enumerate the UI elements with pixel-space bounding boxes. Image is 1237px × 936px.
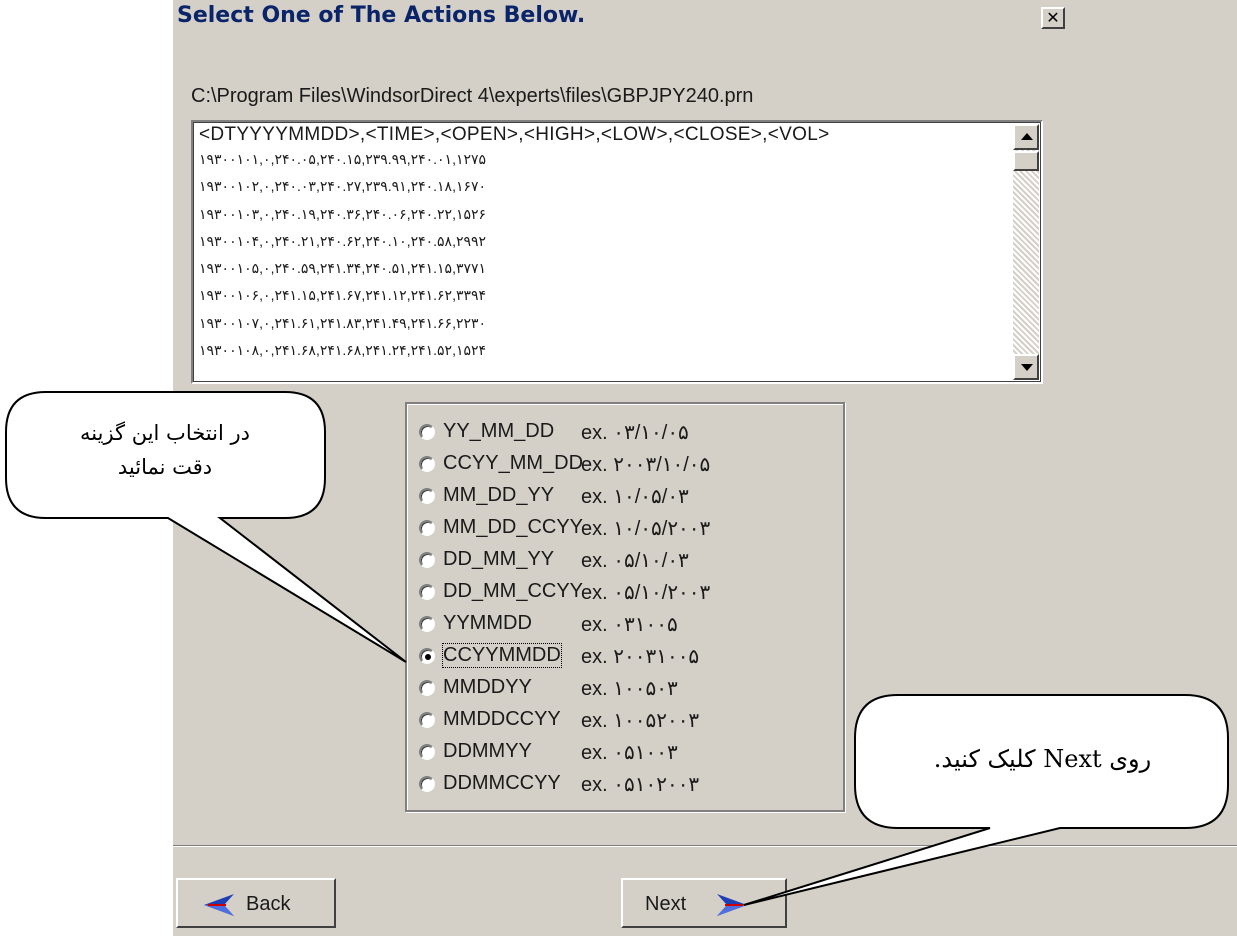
date-format-example: ex. ۱۰۰۵۰۳ [581,678,678,700]
date-format-example: ex. ۲۰۰۳/۱۰/۰۵ [581,454,711,476]
file-data-row: ۱۹۳۰۰۱۰۴,۰,۲۴۰.۲۱,۲۴۰.۶۲,۲۴۰.۱۰,۲۴۰.۵۸,۲… [199,232,487,249]
radio-button[interactable] [419,424,435,440]
file-data-row: ۱۹۳۰۰۱۰۸,۰,۲۴۱.۶۸,۲۴۱.۶۸,۲۴۱.۲۴,۲۴۱.۵۲,۱… [199,342,487,359]
date-format-label: DDMMYY [443,740,532,762]
title-bar: Select One of The Actions Below. ✕ [173,0,1237,32]
scroll-down-arrow-icon [1021,364,1033,371]
close-icon: ✕ [1046,8,1060,27]
next-callout-text: روی Next کلیک کنید. [933,745,1152,773]
date-format-option[interactable]: DDMMYY ex. ۰۵۱۰۰۳ [419,740,839,767]
date-format-label: CCYY_MM_DD [443,452,584,474]
radio-button[interactable] [419,456,435,472]
next-label: Next [645,893,687,915]
file-data-row: ۱۹۳۰۰۱۰۶,۰,۲۴۱.۱۵,۲۴۱.۶۷,۲۴۱.۱۲,۲۴۱.۶۲,۳… [199,287,487,304]
left-arrow-icon [204,894,234,916]
back-button[interactable]: Back [176,878,336,928]
date-format-group: YY_MM_DD ex. ۰۳/۱۰/۰۵ CCYY_MM_DD ex. ۲۰۰۳/۱… [405,402,845,812]
radio-button[interactable] [419,776,435,792]
format-callout-line2: دقت نمائید [117,455,213,479]
file-data-row: ۱۹۳۰۰۱۰۱,۰,۲۴۰.۰۵,۲۴۰.۱۵,۲۳۹.۹۹,۲۴۰.۰۱,۱… [199,151,487,167]
bottom-divider [173,845,1237,847]
date-format-option[interactable]: MM_DD_YY ex. ۱۰/۰۵/۰۳ [419,484,839,511]
wizard-dialog: Select One of The Actions Below. ✕ C:\Pr… [172,0,1237,936]
date-format-label: DD_MM_YY [443,548,555,570]
date-format-label: MM_DD_CCYY [443,516,584,538]
file-data-row: ۱۹۳۰۰۱۰۵,۰,۲۴۰.۵۹,۲۴۱.۳۴,۲۴۰.۵۱,۲۴۱.۱۵,۳… [199,260,487,277]
date-format-example: ex. ۱۰/۰۵/۲۰۰۳ [581,518,711,540]
date-format-example: ex. ۰۳۱۰۰۵ [581,614,678,636]
format-callout-line1: در انتخاب این گزینه [80,421,250,445]
file-data-row: ۱۹۳۰۰۱۰۷,۰,۲۴۱.۶۱,۲۴۱.۸۳,۲۴۱.۴۹,۲۴۱.۶۶,۲… [199,314,487,331]
close-button[interactable]: ✕ [1041,7,1065,29]
scroll-down-button[interactable] [1013,354,1039,380]
file-lines: <DTYYYYMMDD>,<TIME>,<OPEN>,<HIGH>,<LOW>,… [199,124,999,364]
date-format-example: ex. ۰۵۱۰۰۳ [581,742,678,764]
date-format-example: ex. ۱۰/۰۵/۰۳ [581,486,689,508]
date-format-label: MM_DD_YY [443,484,555,506]
date-format-option[interactable]: MM_DD_CCYY ex. ۱۰/۰۵/۲۰۰۳ [419,516,839,543]
back-label: Back [246,893,291,915]
radio-button[interactable] [419,712,435,728]
radio-button-checked[interactable] [419,648,435,664]
date-format-option[interactable]: DD_MM_YY ex. ۰۵/۱۰/۰۳ [419,548,839,575]
file-header-line: <DTYYYYMMDD>,<TIME>,<OPEN>,<HIGH>,<LOW>,… [199,124,830,145]
file-preview[interactable]: <DTYYYYMMDD>,<TIME>,<OPEN>,<HIGH>,<LOW>,… [191,120,1043,384]
right-arrow-icon [717,894,747,916]
next-button[interactable]: Next [621,878,787,928]
radio-button[interactable] [419,584,435,600]
date-format-option[interactable]: YY_MM_DD ex. ۰۳/۱۰/۰۵ [419,420,839,447]
date-format-example: ex. ۰۵۱۰۲۰۰۳ [581,774,700,796]
format-callout-text: در انتخاب این گزینه دقت نمائید [20,416,310,484]
radio-button[interactable] [419,520,435,536]
date-format-label: YY_MM_DD [443,420,555,442]
date-format-option[interactable]: MMDDYY ex. ۱۰۰۵۰۳ [419,676,839,703]
date-format-option[interactable]: MMDDCCYY ex. ۱۰۰۵۲۰۰۳ [419,708,839,735]
scroll-up-arrow-icon [1021,133,1033,140]
date-format-label: MMDDCCYY [443,708,561,730]
file-data-row: ۱۹۳۰۰۱۰۳,۰,۲۴۰.۱۹,۲۴۰.۳۶,۲۴۰.۰۶,۲۴۰.۲۲,۱… [199,205,487,222]
radio-button[interactable] [419,488,435,504]
radio-button[interactable] [419,744,435,760]
file-data-row: ۱۹۳۰۰۱۰۲,۰,۲۴۰.۰۳,۲۴۰.۲۷,۲۳۹.۹۱,۲۴۰.۱۸,۱… [199,178,487,195]
scroll-up-button[interactable] [1013,124,1039,150]
date-format-example: ex. ۰۵/۱۰/۲۰۰۳ [581,582,711,604]
date-format-example: ex. ۰۵/۱۰/۰۳ [581,550,689,572]
date-format-example: ex. ۲۰۰۳۱۰۰۵ [581,646,700,668]
dialog-title: Select One of The Actions Below. [177,3,586,28]
date-format-option[interactable]: DD_MM_CCYY ex. ۰۵/۱۰/۲۰۰۳ [419,580,839,607]
vertical-scrollbar[interactable] [1013,124,1039,380]
radio-button[interactable] [419,552,435,568]
date-format-label: DD_MM_CCYY [443,580,584,602]
file-path: C:\Program Files\WindsorDirect 4\experts… [191,85,754,107]
date-format-option[interactable]: CCYYMMDD ex. ۲۰۰۳۱۰۰۵ [419,643,839,671]
date-format-label: MMDDYY [443,676,532,698]
date-format-option[interactable]: CCYY_MM_DD ex. ۲۰۰۳/۱۰/۰۵ [419,452,839,479]
date-format-label: CCYYMMDD [442,643,562,668]
date-format-example: ex. ۱۰۰۵۲۰۰۳ [581,710,700,732]
date-format-option[interactable]: DDMMCCYY ex. ۰۵۱۰۲۰۰۳ [419,772,839,799]
date-format-option[interactable]: YYMMDD ex. ۰۳۱۰۰۵ [419,612,839,639]
date-format-example: ex. ۰۳/۱۰/۰۵ [581,422,689,444]
radio-button[interactable] [419,680,435,696]
date-format-label: DDMMCCYY [443,772,561,794]
file-rows: ۱۹۳۰۰۱۰۱,۰,۲۴۰.۰۵,۲۴۰.۱۵,۲۳۹.۹۹,۲۴۰.۰۱,۱… [199,146,999,364]
scroll-thumb[interactable] [1013,151,1039,171]
date-format-label: YYMMDD [443,612,532,634]
radio-button[interactable] [419,616,435,632]
